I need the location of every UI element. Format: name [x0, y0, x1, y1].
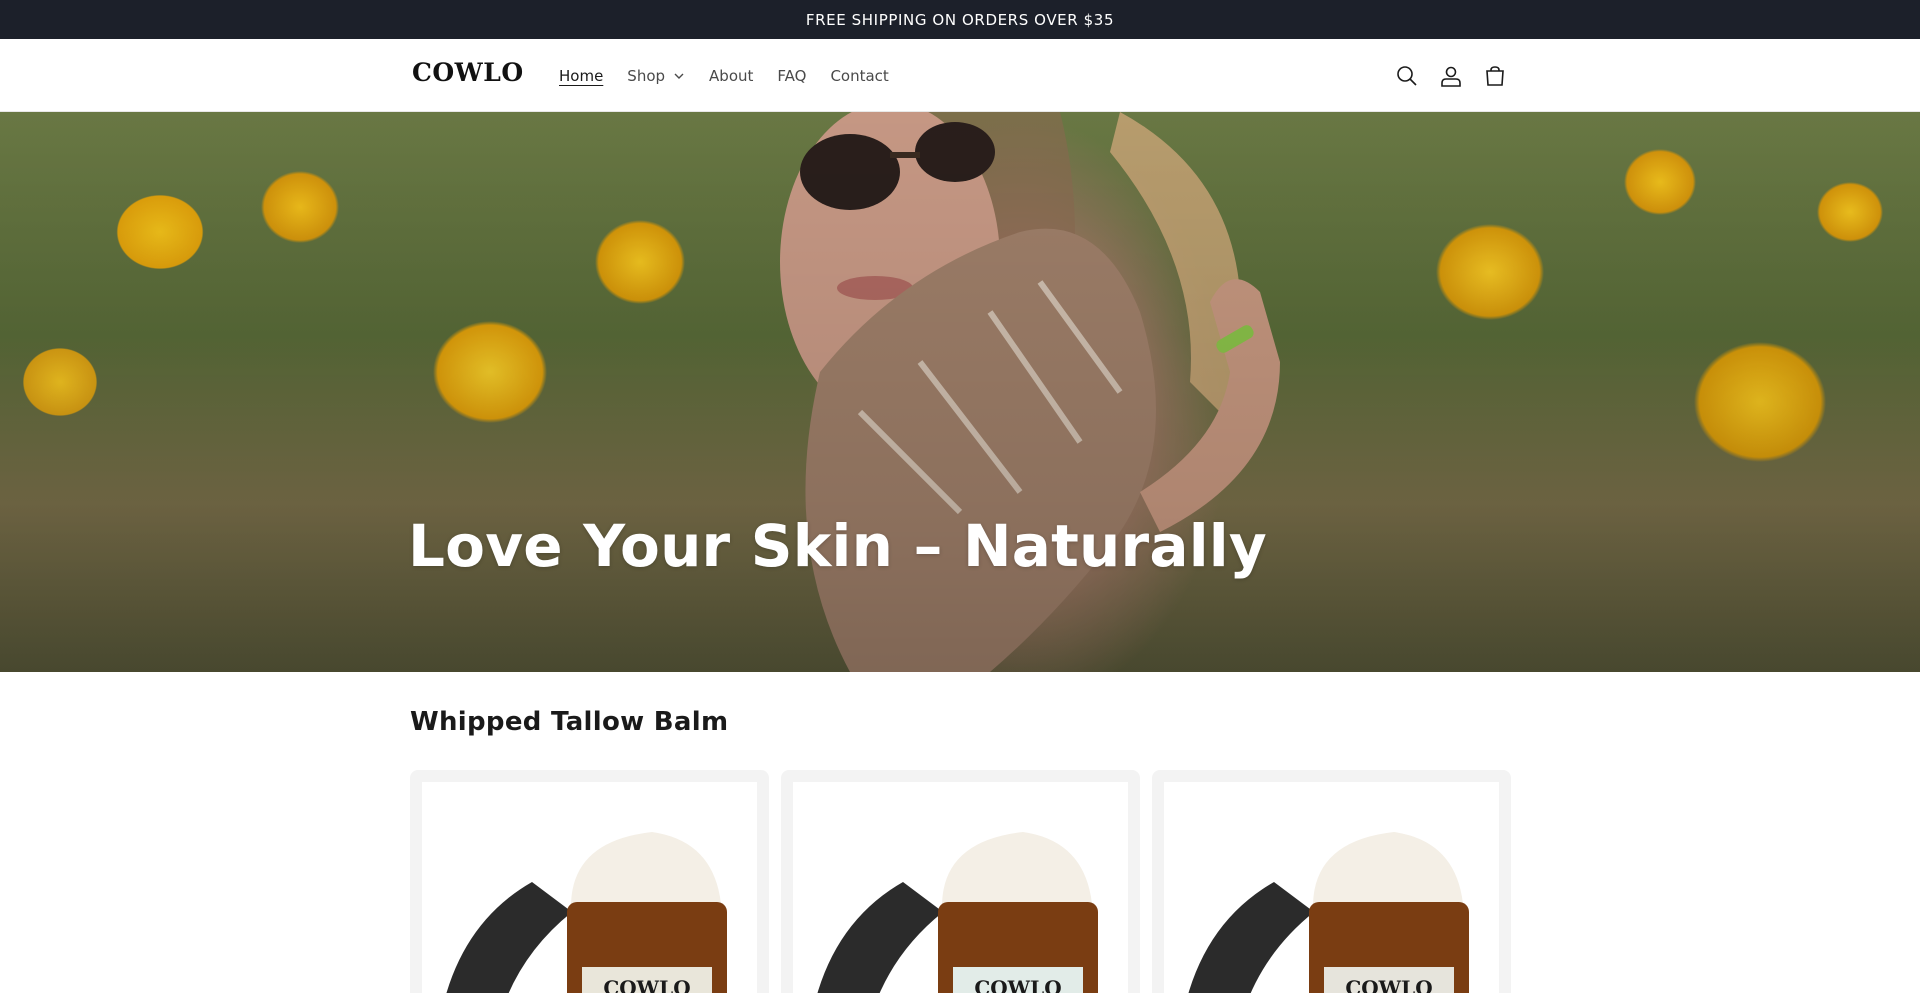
- hero-banner: Love Your Skin – Naturally: [0, 112, 1920, 672]
- jar-illustration: COWLO: [446, 832, 727, 993]
- product-image[interactable]: COWLO: [422, 782, 757, 993]
- nav-home[interactable]: Home: [559, 67, 603, 85]
- site-header: COWLO Home Shop About FAQ Contact: [0, 39, 1920, 112]
- nav-faq-label: FAQ: [777, 66, 807, 85]
- product-image[interactable]: COWLO: [793, 782, 1128, 993]
- header-icons: [1395, 39, 1507, 112]
- nav-shop-label: Shop: [627, 66, 666, 85]
- announcement-bar: FREE SHIPPING ON ORDERS OVER $35: [0, 0, 1920, 39]
- product-card[interactable]: COWLO: [781, 770, 1140, 993]
- collection-title: Whipped Tallow Balm: [410, 707, 729, 737]
- product-card[interactable]: COWLO: [410, 770, 769, 993]
- account-icon: [1441, 66, 1461, 87]
- nav-contact[interactable]: Contact: [830, 67, 888, 85]
- jar-label: COWLO: [974, 976, 1061, 993]
- nav-contact-label: Contact: [830, 66, 889, 85]
- jar-illustration: COWLO: [1188, 832, 1469, 993]
- nav-about-label: About: [709, 66, 754, 85]
- product-grid: COWLO COWLO COWLO: [410, 770, 1511, 993]
- jar-label: COWLO: [603, 976, 690, 993]
- search-icon: [1397, 65, 1417, 86]
- site-logo[interactable]: COWLO: [412, 58, 524, 87]
- nav-shop[interactable]: Shop: [627, 67, 685, 85]
- nav-faq[interactable]: FAQ: [777, 67, 806, 85]
- chevron-down-icon: [674, 73, 684, 79]
- jar-illustration: COWLO: [817, 832, 1098, 993]
- search-button[interactable]: [1395, 64, 1419, 88]
- main-nav: Home Shop About FAQ Contact: [559, 39, 889, 112]
- account-button[interactable]: [1439, 64, 1463, 88]
- nav-home-label: Home: [559, 66, 604, 85]
- hero-title: Love Your Skin – Naturally: [408, 512, 1267, 580]
- jar-label: COWLO: [1345, 976, 1432, 993]
- announcement-text: FREE SHIPPING ON ORDERS OVER $35: [805, 10, 1115, 29]
- product-card[interactable]: COWLO: [1152, 770, 1511, 993]
- product-image[interactable]: COWLO: [1164, 782, 1499, 993]
- nav-about[interactable]: About: [709, 67, 753, 85]
- cart-icon: [1486, 65, 1504, 86]
- hero-overlay: [0, 112, 1920, 672]
- cart-button[interactable]: [1483, 64, 1507, 88]
